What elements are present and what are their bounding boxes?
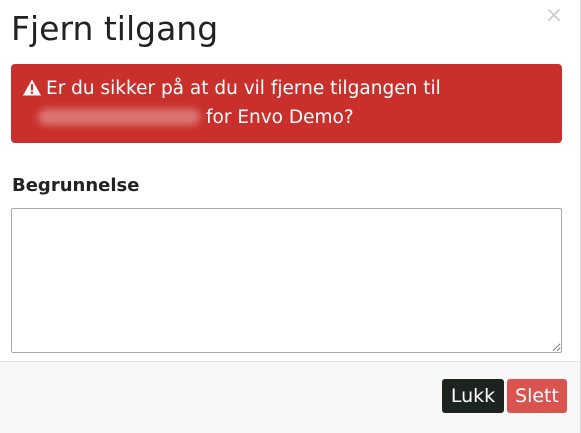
reason-textarea[interactable]	[11, 208, 562, 353]
delete-button[interactable]: Slett	[507, 379, 567, 413]
alert-text-line-1: Er du sikker på at du vil fjerne tilgang…	[46, 78, 441, 99]
alert-line-1: Er du sikker på at du vil fjerne tilgang…	[22, 74, 552, 103]
warning-triangle-icon	[22, 79, 42, 96]
alert-line-2: for Envo Demo?	[22, 103, 552, 132]
close-icon[interactable]: ×	[544, 5, 564, 27]
remove-access-dialog: Fjern tilgang × Er du sikker på at du vi…	[0, 0, 581, 433]
dialog-title: Fjern tilgang	[11, 9, 219, 48]
dialog-footer: Lukk Slett	[0, 361, 580, 433]
reason-label: Begrunnelse	[12, 175, 140, 196]
alert-text-line-2: for Envo Demo?	[206, 107, 354, 128]
redacted-user-name	[38, 109, 200, 125]
close-button[interactable]: Lukk	[442, 379, 504, 413]
warning-alert: Er du sikker på at du vil fjerne tilgang…	[11, 64, 562, 143]
